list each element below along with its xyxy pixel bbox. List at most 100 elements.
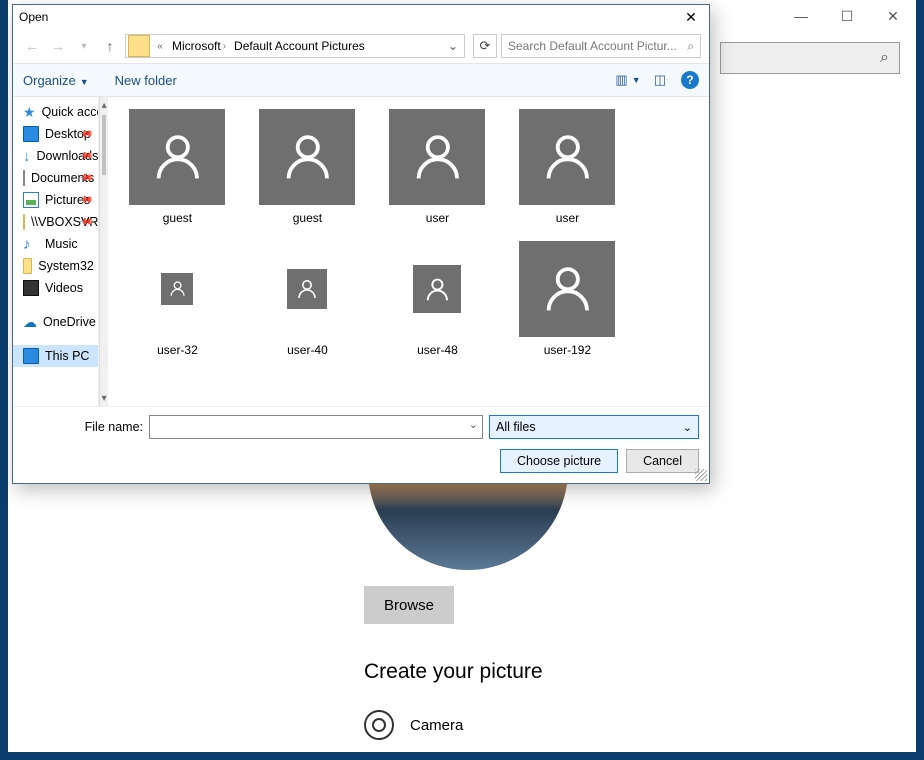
- nav-recent-dropdown[interactable]: ▾: [73, 35, 95, 57]
- view-mode-button[interactable]: ▥▼: [617, 70, 639, 90]
- breadcrumb-seg[interactable]: Microsoft›: [168, 39, 230, 53]
- file-label: user: [426, 211, 449, 225]
- file-thumbnail: [161, 273, 193, 305]
- search-icon: ⌕: [687, 39, 694, 54]
- onedrive-icon: ☁: [23, 314, 37, 330]
- file-label: user-32: [157, 343, 198, 357]
- file-label: user-48: [417, 343, 458, 357]
- dialog-nav-row: ← → ▾ ↑ « Microsoft› Default Account Pic…: [13, 29, 709, 63]
- settings-search[interactable]: ⌕: [720, 42, 900, 74]
- browse-button[interactable]: Browse: [364, 586, 454, 624]
- file-gallery[interactable]: guest guest user user user-32 user-40 user-48 u…: [108, 97, 709, 406]
- tree-system32[interactable]: System32: [13, 255, 98, 277]
- breadcrumb-seg[interactable]: Default Account Pictures: [230, 39, 369, 53]
- filetype-select[interactable]: All files⌄: [489, 415, 699, 439]
- tree-quick-access[interactable]: ★Quick access: [13, 101, 98, 123]
- music-icon: ♪: [23, 236, 39, 252]
- newfolder-button[interactable]: New folder: [115, 73, 177, 88]
- file-tile[interactable]: guest: [242, 109, 372, 225]
- scroll-thumb[interactable]: [102, 115, 107, 175]
- file-label: user-192: [544, 343, 591, 357]
- tree-thispc[interactable]: This PC: [13, 345, 98, 367]
- desktop-icon: [23, 126, 39, 142]
- maximize-button[interactable]: ☐: [824, 0, 870, 32]
- scroll-down-icon[interactable]: ▾: [100, 390, 109, 406]
- dialog-search-input[interactable]: Search Default Account Pictur... ⌕: [501, 34, 701, 58]
- dialog-toolbar: Organize▼ New folder ▥▼ ◫ ?: [13, 63, 709, 97]
- file-tile[interactable]: user-48: [372, 241, 502, 357]
- tree-scrollbar[interactable]: ▴ ▾: [99, 97, 109, 406]
- file-thumbnail: [259, 109, 355, 205]
- file-tile[interactable]: user: [372, 109, 502, 225]
- address-dropdown[interactable]: ⌄: [442, 39, 464, 53]
- preview-pane-button[interactable]: ◫: [649, 70, 671, 90]
- tree-vbox[interactable]: \\VBOXSVR\S📌: [13, 211, 98, 233]
- file-thumbnail: [129, 109, 225, 205]
- scroll-up-icon[interactable]: ▴: [100, 97, 109, 113]
- nav-up-button[interactable]: ↑: [99, 35, 121, 57]
- folder-icon: [23, 214, 25, 230]
- minimize-button[interactable]: —: [778, 0, 824, 32]
- file-tile[interactable]: guest: [112, 109, 242, 225]
- camera-icon: [364, 710, 394, 740]
- file-thumbnail: [413, 265, 461, 313]
- folder-icon: [23, 258, 32, 274]
- dialog-close-button[interactable]: ✕: [679, 7, 703, 27]
- organize-menu[interactable]: Organize▼: [23, 73, 89, 88]
- file-tile[interactable]: user-40: [242, 241, 372, 357]
- file-label: user-40: [287, 343, 328, 357]
- tree-onedrive[interactable]: ☁OneDrive: [13, 311, 98, 333]
- navigation-tree[interactable]: ★Quick access Desktop📌 ↓Downloads📌 Docum…: [13, 97, 99, 406]
- tree-videos[interactable]: Videos: [13, 277, 98, 299]
- file-thumbnail: [519, 109, 615, 205]
- resize-grip[interactable]: [695, 469, 707, 481]
- chevron-right-icon: ›: [223, 41, 226, 52]
- tree-downloads[interactable]: ↓Downloads📌: [13, 145, 98, 167]
- create-picture-heading: Create your picture: [364, 660, 543, 684]
- dialog-footer: File name: ⌄ All files⌄ Choose picture C…: [13, 406, 709, 483]
- close-button[interactable]: ✕: [870, 0, 916, 32]
- refresh-button[interactable]: ⟳: [473, 34, 497, 58]
- filename-label: File name:: [23, 420, 143, 434]
- chevron-down-icon: ⌄: [469, 418, 478, 431]
- tree-documents[interactable]: Documents📌: [13, 167, 98, 189]
- filename-input[interactable]: ⌄: [149, 415, 483, 439]
- address-bar[interactable]: « Microsoft› Default Account Pictures ⌄: [125, 34, 465, 58]
- chevron-down-icon: ⌄: [683, 421, 692, 434]
- downloads-icon: ↓: [23, 148, 31, 164]
- pictures-icon: [23, 192, 39, 208]
- file-thumbnail: [389, 109, 485, 205]
- nav-forward-button[interactable]: →: [47, 35, 69, 57]
- file-label: user: [556, 211, 579, 225]
- tree-music[interactable]: ♪Music: [13, 233, 98, 255]
- open-dialog: Open ✕ ← → ▾ ↑ « Microsoft› Default Acco…: [12, 4, 710, 484]
- file-tile[interactable]: user-192: [502, 241, 632, 357]
- folder-icon: [128, 35, 150, 57]
- documents-icon: [23, 170, 25, 186]
- dialog-body: ★Quick access Desktop📌 ↓Downloads📌 Docum…: [13, 97, 709, 406]
- camera-row[interactable]: Camera: [364, 710, 463, 740]
- help-button[interactable]: ?: [681, 71, 699, 89]
- file-thumbnail: [287, 269, 327, 309]
- address-history-dropdown[interactable]: «: [152, 41, 168, 52]
- dialog-title: Open: [19, 10, 48, 24]
- chevron-down-icon: ▼: [632, 75, 641, 85]
- file-label: guest: [163, 211, 192, 225]
- search-placeholder: Search Default Account Pictur...: [508, 39, 677, 53]
- cancel-button[interactable]: Cancel: [626, 449, 699, 473]
- chevron-down-icon: ▼: [80, 77, 89, 87]
- file-tile[interactable]: user: [502, 109, 632, 225]
- tree-pictures[interactable]: Pictures📌: [13, 189, 98, 211]
- dialog-titlebar: Open ✕: [13, 5, 709, 29]
- file-thumbnail: [519, 241, 615, 337]
- thispc-icon: [23, 348, 39, 364]
- file-tile[interactable]: user-32: [112, 241, 242, 357]
- camera-label: Camera: [410, 717, 463, 734]
- search-icon: ⌕: [880, 49, 889, 67]
- nav-back-button[interactable]: ←: [21, 35, 43, 57]
- choose-picture-button[interactable]: Choose picture: [500, 449, 618, 473]
- videos-icon: [23, 280, 39, 296]
- tree-desktop[interactable]: Desktop📌: [13, 123, 98, 145]
- file-label: guest: [293, 211, 322, 225]
- quick-access-icon: ★: [23, 104, 36, 120]
